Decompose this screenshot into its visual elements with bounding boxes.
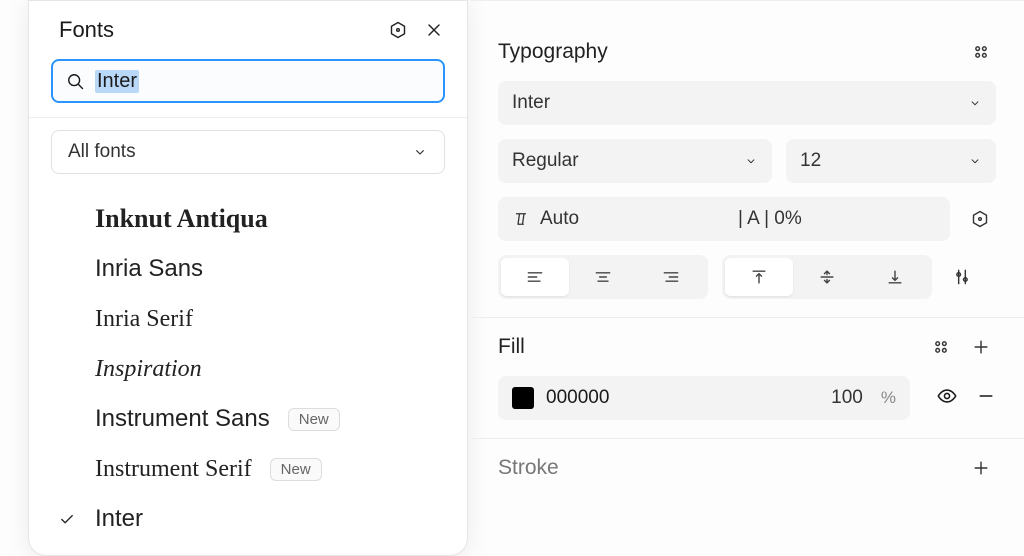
valign-bottom-button[interactable] [861, 258, 929, 296]
font-list-item[interactable]: Instrument Serif New [29, 444, 467, 494]
eye-icon [936, 385, 958, 407]
letter-spacing-input[interactable]: | A | 0% [724, 197, 950, 241]
plus-icon [971, 458, 991, 478]
fill-header: Fill [498, 332, 996, 362]
properties-panel: Typography Inter Regular 12 Auto [470, 0, 1024, 556]
valign-bottom-icon [885, 267, 905, 287]
search-icon [65, 71, 85, 91]
font-filter-select[interactable]: All fonts [51, 130, 445, 174]
check-icon [58, 510, 76, 528]
add-stroke-button[interactable] [966, 453, 996, 483]
new-badge: New [288, 408, 340, 431]
font-weight-select[interactable]: Regular [498, 139, 772, 183]
font-list-item[interactable]: Inria Sans [29, 244, 467, 294]
stroke-title: Stroke [498, 456, 956, 480]
fill-opacity-value: 100 [813, 387, 863, 409]
typography-more-icon[interactable] [946, 255, 978, 299]
font-item-name: Instrument Sans [95, 405, 270, 433]
align-left-icon [525, 267, 545, 287]
font-search-value: Inter [95, 70, 139, 93]
line-height-value: Auto [540, 208, 579, 230]
fill-color-row[interactable]: 000000 100 % [498, 376, 910, 420]
fill-section: Fill 000000 100 % [470, 318, 1024, 439]
fill-hex-value: 000000 [546, 387, 801, 409]
font-list-item[interactable]: Instrument Sans New [29, 394, 467, 444]
align-right-button[interactable] [637, 258, 705, 296]
align-left-button[interactable] [501, 258, 569, 296]
font-filter-bar: All fonts [29, 117, 467, 186]
minus-icon [976, 386, 996, 406]
fill-style-library-icon[interactable] [926, 332, 956, 362]
fill-opacity-unit: % [881, 388, 896, 408]
font-picker-header: Fonts [29, 1, 467, 47]
valign-middle-button[interactable] [793, 258, 861, 296]
font-filter-label: All fonts [68, 141, 136, 163]
font-family-select[interactable]: Inter [498, 81, 996, 125]
close-icon[interactable] [423, 19, 445, 41]
typography-header: Typography [498, 37, 996, 67]
remove-fill-button[interactable] [976, 386, 996, 411]
valign-top-button[interactable] [725, 258, 793, 296]
font-size-input[interactable]: 12 [786, 139, 996, 183]
style-library-icon[interactable] [966, 37, 996, 67]
font-weight-value: Regular [512, 150, 579, 172]
font-list-item[interactable]: Inknut Antiqua [29, 194, 467, 244]
valign-middle-icon [817, 267, 837, 287]
align-center-icon [593, 267, 613, 287]
font-list-item[interactable]: Inria Serif [29, 294, 467, 344]
font-family-value: Inter [512, 92, 550, 114]
font-list: Inknut Antiqua Inria Sans Inria Serif Inspi… [29, 186, 467, 555]
text-align-group [498, 255, 708, 299]
font-item-name: Inria Serif [95, 306, 193, 333]
line-height-input[interactable]: Auto [498, 197, 724, 241]
new-badge: New [270, 458, 322, 481]
font-item-name: Instrument Serif [95, 456, 252, 483]
fill-title: Fill [498, 335, 916, 359]
line-height-icon [512, 210, 530, 228]
font-picker-panel: Fonts Inter All fonts Inknut Antiqua Inri… [28, 0, 468, 556]
font-size-value: 12 [800, 150, 821, 172]
add-fill-button[interactable] [966, 332, 996, 362]
font-item-name: Inria Sans [95, 255, 203, 283]
chevron-down-icon [744, 154, 758, 168]
chevron-down-icon [968, 96, 982, 110]
font-item-name: Inknut Antiqua [95, 204, 268, 234]
typography-section: Typography Inter Regular 12 Auto [470, 23, 1024, 318]
font-picker-title: Fonts [59, 17, 373, 43]
align-right-icon [661, 267, 681, 287]
font-item-name: Inter [95, 505, 143, 533]
fill-visibility-toggle[interactable] [936, 385, 958, 412]
chevron-down-icon [968, 154, 982, 168]
font-search-input[interactable]: Inter [51, 59, 445, 103]
font-search-wrap: Inter [29, 47, 467, 117]
valign-top-icon [749, 267, 769, 287]
font-list-item[interactable]: Inter [29, 494, 467, 544]
chevron-down-icon [412, 144, 428, 160]
font-selected-check [53, 510, 81, 528]
stroke-section: Stroke [470, 439, 1024, 497]
font-list-item[interactable]: Inspiration [29, 344, 467, 394]
settings-hex-icon[interactable] [387, 19, 409, 41]
typography-title: Typography [498, 40, 956, 64]
font-item-name: Inspiration [95, 356, 202, 383]
align-center-button[interactable] [569, 258, 637, 296]
plus-icon [971, 337, 991, 357]
letter-spacing-value: | A | 0% [738, 208, 802, 230]
fill-swatch[interactable] [512, 387, 534, 409]
vertical-align-group [722, 255, 932, 299]
typography-settings-icon[interactable] [964, 197, 996, 241]
